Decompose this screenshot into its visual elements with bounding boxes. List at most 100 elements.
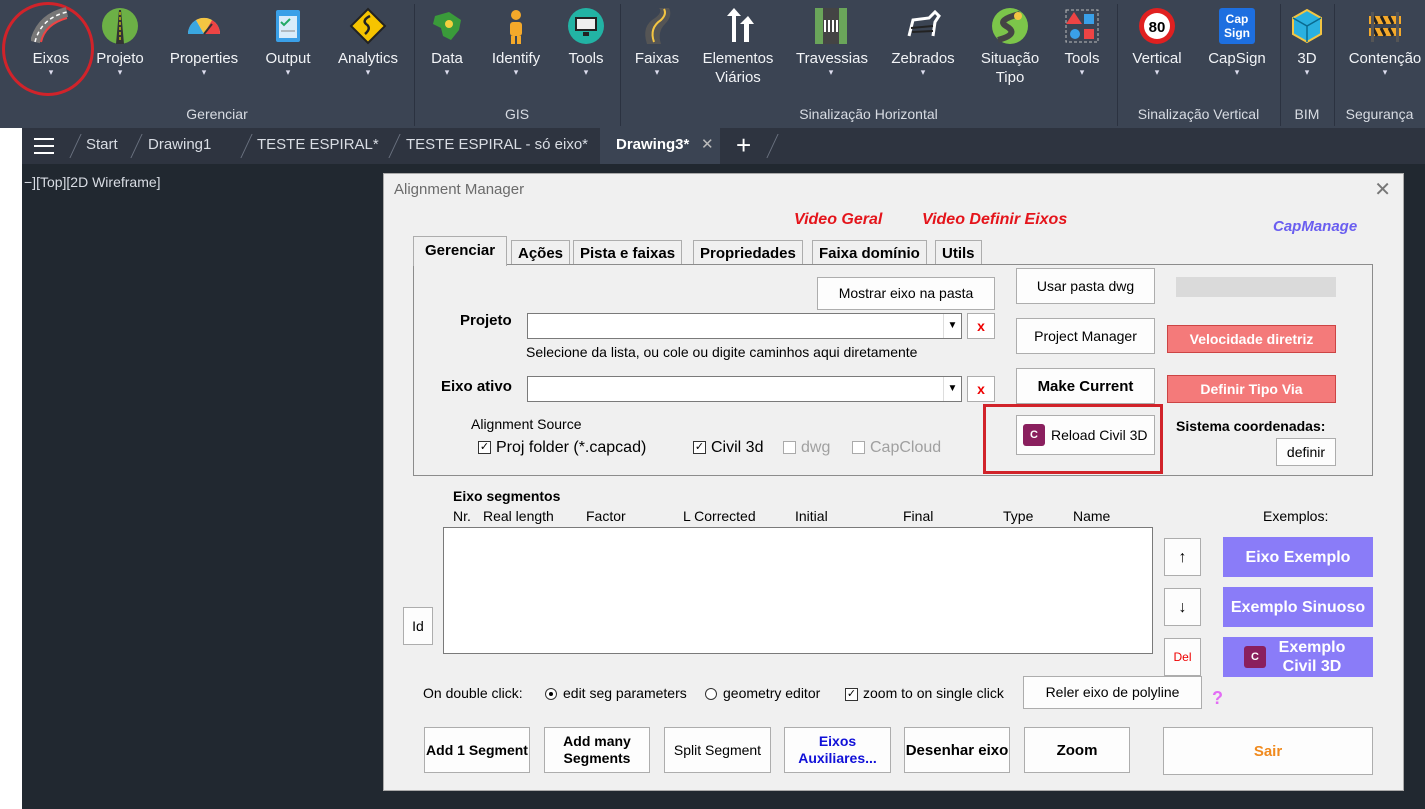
src-proj-checkbox[interactable]: ✓ Proj folder (*.capcad) bbox=[478, 439, 646, 457]
ribbon-button-tools-gis[interactable]: Tools ▾ bbox=[564, 6, 608, 77]
checkbox-checked-icon[interactable]: ✓ bbox=[478, 441, 491, 455]
ribbon-button-data[interactable]: Data ▾ bbox=[427, 6, 467, 77]
file-tab-start[interactable]: Start bbox=[86, 136, 118, 153]
definir-button[interactable]: definir bbox=[1276, 438, 1336, 466]
file-tab-drawing1[interactable]: Drawing1 bbox=[148, 136, 211, 153]
radio-empty-icon[interactable] bbox=[705, 688, 717, 701]
col-nr: Nr. bbox=[453, 508, 471, 524]
reload-civil-3d-button[interactable]: C Reload Civil 3D bbox=[1016, 415, 1155, 455]
checkbox-checked-icon[interactable]: ✓ bbox=[693, 441, 706, 455]
projeto-combo[interactable]: ▼ bbox=[527, 313, 962, 339]
add-1-segment-button[interactable]: Add 1 Segment bbox=[424, 727, 530, 773]
exemplo-sinuoso-button[interactable]: Exemplo Sinuoso bbox=[1223, 587, 1373, 627]
zoom-single-checkbox[interactable]: ✓ zoom to on single click bbox=[845, 685, 1004, 701]
ribbon-button-projeto[interactable]: Projeto ▾ bbox=[92, 6, 148, 77]
add-many-segments-button[interactable]: Add many Segments bbox=[544, 727, 650, 773]
mostrar-eixo-button[interactable]: Mostrar eixo na pasta bbox=[817, 277, 995, 310]
reler-eixo-button[interactable]: Reler eixo de polyline bbox=[1023, 676, 1202, 709]
desenhar-eixo-button[interactable]: Desenhar eixo bbox=[904, 727, 1010, 773]
project-manager-button[interactable]: Project Manager bbox=[1016, 318, 1155, 354]
tab-faixa-dominio[interactable]: Faixa domínio bbox=[812, 240, 927, 266]
ribbon-button-properties[interactable]: Properties ▾ bbox=[168, 6, 240, 77]
capmanage-label[interactable]: CapManage bbox=[1273, 218, 1357, 235]
tab-gerenciar[interactable]: Gerenciar bbox=[413, 236, 508, 266]
clipboard-check-icon bbox=[276, 10, 300, 42]
zoom-button[interactable]: Zoom bbox=[1024, 727, 1130, 773]
ribbon-button-capsign[interactable]: Cap Sign CapSign ▾ bbox=[1205, 6, 1269, 77]
exemplo-civil-3d-button[interactable]: C Exemplo Civil 3D bbox=[1223, 637, 1373, 677]
eixo-segmentos-label: Eixo segmentos bbox=[453, 488, 561, 504]
usar-pasta-dwg-button[interactable]: Usar pasta dwg bbox=[1016, 268, 1155, 304]
eixo-ativo-clear-button[interactable]: x bbox=[967, 376, 995, 402]
tab-pista-e-faixas[interactable]: Pista e faixas bbox=[573, 240, 683, 266]
ribbon-button-travessias[interactable]: Travessias ▾ bbox=[796, 6, 868, 77]
checkbox-checked-icon[interactable]: ✓ bbox=[845, 687, 858, 701]
src-proj-label: Proj folder (*.capcad) bbox=[496, 439, 647, 456]
split-segment-button[interactable]: Split Segment bbox=[664, 727, 771, 773]
src-capcloud-label: CapCloud bbox=[870, 439, 942, 456]
viewport-label[interactable]: −][Top][2D Wireframe] bbox=[24, 174, 161, 190]
segments-list[interactable] bbox=[443, 527, 1153, 654]
geometry-editor-radio[interactable]: geometry editor bbox=[705, 685, 820, 701]
new-tab-plus-icon[interactable]: + bbox=[736, 130, 751, 161]
src-civil-checkbox[interactable]: ✓ Civil 3d bbox=[693, 439, 763, 457]
eixo-exemplo-button[interactable]: Eixo Exemplo bbox=[1223, 537, 1373, 577]
chevron-down-icon[interactable]: ▼ bbox=[943, 314, 961, 338]
src-civil-label: Civil 3d bbox=[711, 439, 764, 456]
sair-button[interactable]: Sair bbox=[1163, 727, 1373, 775]
ribbon-button-faixas[interactable]: Faixas ▾ bbox=[632, 6, 682, 77]
ribbon-label: Elementos bbox=[702, 50, 774, 67]
edit-seg-radio[interactable]: edit seg parameters bbox=[545, 685, 687, 701]
src-dwg-checkbox: dwg bbox=[783, 439, 830, 457]
eixos-auxiliares-button[interactable]: Eixos Auxiliares... bbox=[784, 727, 891, 773]
projeto-clear-button[interactable]: x bbox=[967, 313, 995, 339]
shapes-icon bbox=[1065, 9, 1099, 43]
ribbon-label: Zebrados bbox=[891, 50, 955, 67]
tab-acoes[interactable]: Ações bbox=[511, 240, 571, 266]
video-geral-link[interactable]: Video Geral bbox=[794, 211, 882, 229]
dialog-close-icon[interactable]: ✕ bbox=[1374, 177, 1391, 202]
group-seguranca: Segurança bbox=[1345, 106, 1414, 122]
id-button[interactable]: Id bbox=[403, 607, 433, 645]
ribbon-button-3d[interactable]: 3D ▾ bbox=[1286, 6, 1328, 77]
file-tab-teste-espiral-so-eixo[interactable]: TESTE ESPIRAL - só eixo* bbox=[406, 136, 588, 153]
ribbon-button-tools-sinal[interactable]: Tools ▾ bbox=[1060, 6, 1104, 77]
radio-selected-icon[interactable] bbox=[545, 688, 557, 701]
ribbon-button-vertical[interactable]: 80 Vertical ▾ bbox=[1130, 6, 1184, 77]
move-down-button[interactable]: ↓ bbox=[1164, 588, 1201, 626]
ribbon-button-zebrados[interactable]: Zebrados ▾ bbox=[888, 6, 958, 77]
video-definir-eixos-link[interactable]: Video Definir Eixos bbox=[922, 211, 1067, 229]
make-current-button[interactable]: Make Current bbox=[1016, 368, 1155, 404]
ribbon-button-contencao[interactable]: Contenção ▾ bbox=[1346, 6, 1424, 77]
ribbon-button-identify[interactable]: Identify ▾ bbox=[488, 6, 544, 77]
delete-button[interactable]: Del bbox=[1164, 638, 1201, 676]
definir-tipo-via-button[interactable]: Definir Tipo Via bbox=[1167, 375, 1336, 403]
velocidade-diretriz-button[interactable]: Velocidade diretriz bbox=[1167, 325, 1336, 353]
move-up-button[interactable]: ↑ bbox=[1164, 538, 1201, 576]
ribbon-button-situacao-tipo[interactable]: Situação Tipo bbox=[976, 6, 1044, 87]
ribbon-button-elementos-viarios[interactable]: Elementos Viários bbox=[700, 6, 776, 87]
col-factor: Factor bbox=[586, 508, 626, 524]
ribbon-button-analytics[interactable]: Analytics ▾ bbox=[336, 6, 400, 77]
ribbon-button-eixos[interactable]: Eixos ▾ bbox=[25, 6, 77, 77]
file-tab-teste-espiral[interactable]: TESTE ESPIRAL* bbox=[257, 136, 379, 153]
eixo-ativo-combo[interactable]: ▼ bbox=[527, 376, 962, 402]
help-question-icon[interactable]: ? bbox=[1212, 688, 1223, 709]
hamburger-menu-icon[interactable] bbox=[34, 138, 54, 154]
person-icon bbox=[510, 10, 522, 44]
ribbon-button-output[interactable]: Output ▾ bbox=[262, 6, 314, 77]
file-tab-drawing3[interactable]: Drawing3* bbox=[616, 136, 689, 153]
group-bim: BIM bbox=[1294, 106, 1320, 122]
ribbon-label: Travessias bbox=[796, 50, 868, 67]
checkbox-empty-icon bbox=[783, 441, 796, 455]
ribbon-label: Properties bbox=[169, 50, 239, 67]
exemplos-label: Exemplos: bbox=[1263, 508, 1329, 524]
capsign-icon: CapSign bbox=[1219, 8, 1255, 44]
tab-separator bbox=[766, 134, 779, 158]
ribbon-label: Data bbox=[431, 50, 463, 67]
tab-separator bbox=[240, 134, 253, 158]
chevron-down-icon[interactable]: ▼ bbox=[943, 377, 961, 401]
tab-propriedades[interactable]: Propriedades bbox=[693, 240, 803, 266]
close-tab-icon[interactable]: ✕ bbox=[701, 135, 714, 153]
tab-utils[interactable]: Utils bbox=[935, 240, 982, 266]
